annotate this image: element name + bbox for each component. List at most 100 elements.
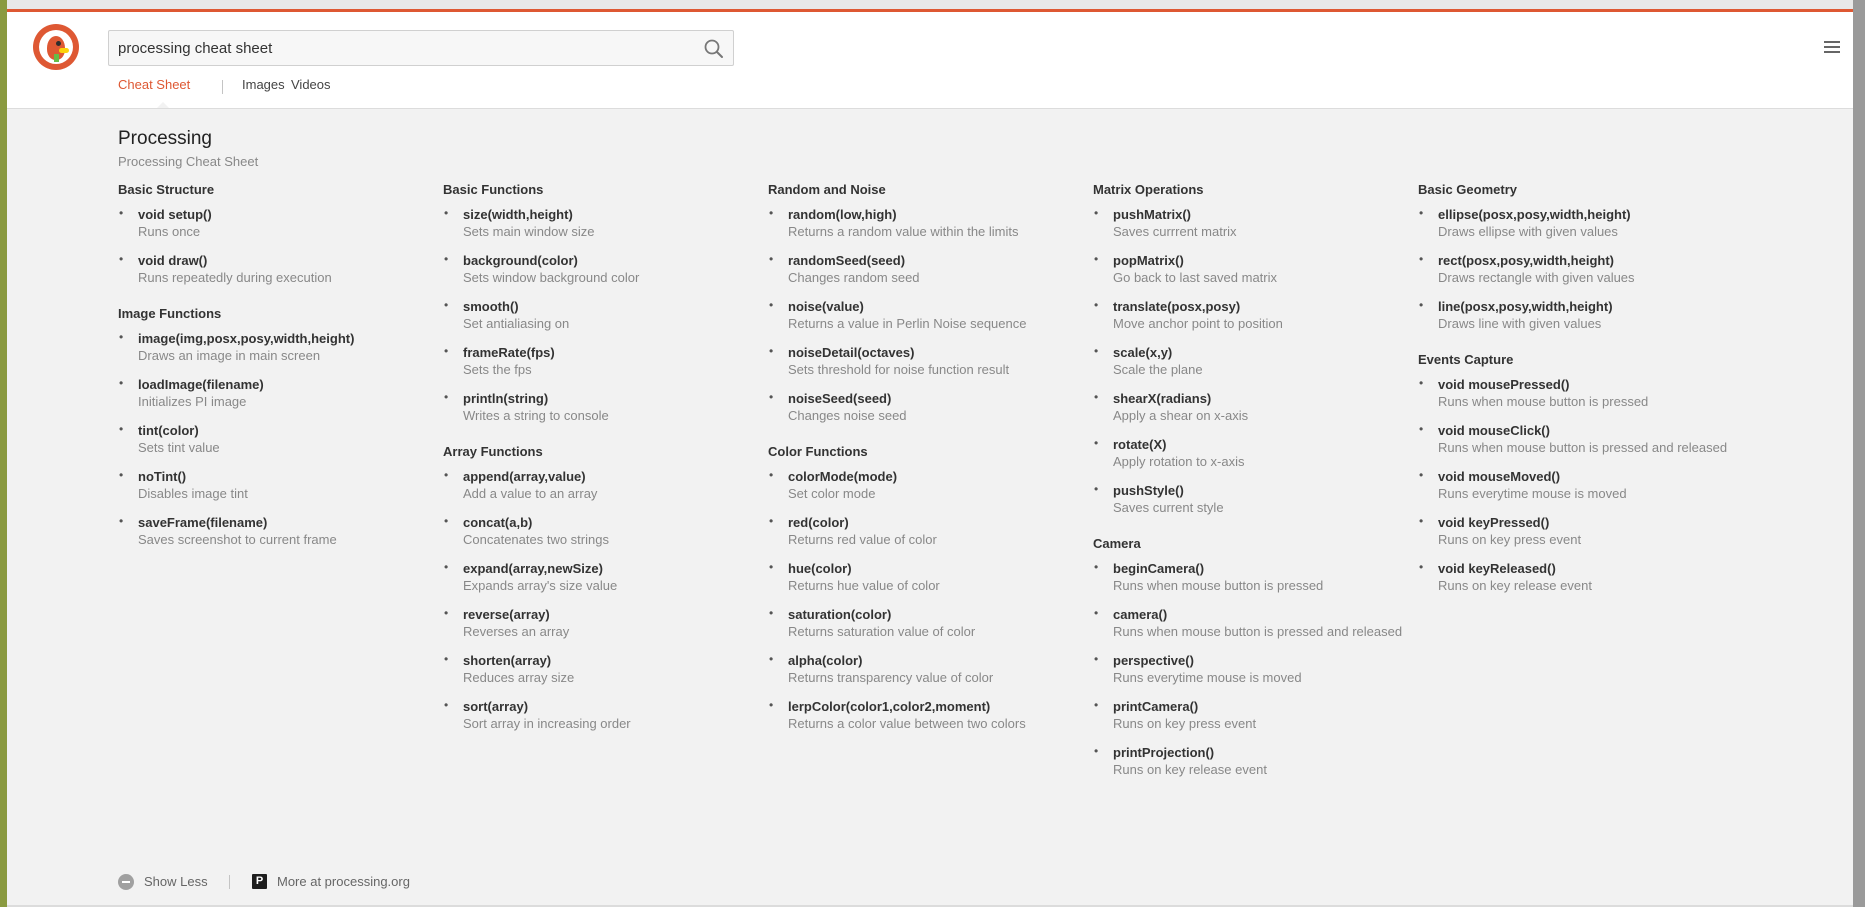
section-title-image-functions: Image Functions bbox=[118, 306, 222, 321]
entry-description: Disables image tint bbox=[138, 486, 248, 501]
cheatsheet-entry: random(low,high) Returns a random value w… bbox=[768, 206, 1078, 240]
scrollbar[interactable] bbox=[1853, 0, 1865, 907]
duckduckgo-logo[interactable] bbox=[33, 24, 79, 70]
cheatsheet-entry: hue(color) Returns hue value of color bbox=[768, 560, 1078, 594]
entry-function: popMatrix() bbox=[1113, 253, 1184, 268]
duck-eye bbox=[56, 41, 61, 46]
entry-function: ellipse(posx,posy,width,height) bbox=[1438, 207, 1631, 222]
cheatsheet-entry: void mouseMoved() Runs everytime mouse is… bbox=[1418, 468, 1728, 502]
entry-description: Returns saturation value of color bbox=[788, 624, 976, 639]
cheatsheet-entry: loadImage(filename) Initializes PI image bbox=[118, 376, 428, 410]
entry-function: append(array,value) bbox=[463, 469, 586, 484]
entry-function: printCamera() bbox=[1113, 699, 1199, 714]
entry-function: hue(color) bbox=[788, 561, 852, 576]
entry-function: size(width,height) bbox=[463, 207, 573, 222]
entry-function: tint(color) bbox=[138, 423, 199, 438]
entry-description: Returns transparency value of color bbox=[788, 670, 994, 685]
cheatsheet-column-4: Matrix Operations pushMatrix() Saves currr… bbox=[1093, 182, 1403, 790]
section-title-events-capture: Events Capture bbox=[1418, 352, 1514, 367]
entry-description: Saves currrent matrix bbox=[1113, 224, 1237, 239]
section-list-basic-functions: size(width,height) Sets main window size b… bbox=[443, 206, 753, 424]
section-title-random-and-noise: Random and Noise bbox=[768, 182, 886, 197]
cheatsheet-entry: size(width,height) Sets main window size bbox=[443, 206, 753, 240]
cheatsheet-entry: rotate(X) Apply rotation to x-axis bbox=[1093, 436, 1403, 470]
minus-bar bbox=[122, 881, 130, 883]
section-title-camera: Camera bbox=[1093, 536, 1141, 551]
section-list-camera: beginCamera() Runs when mouse button is p… bbox=[1093, 560, 1403, 778]
entry-function: printProjection() bbox=[1113, 745, 1215, 760]
section-list-array-functions: append(array,value) Add a value to an arr… bbox=[443, 468, 753, 732]
entry-description: Changes random seed bbox=[788, 270, 920, 285]
cheatsheet-entry: colorMode(mode) Set color mode bbox=[768, 468, 1078, 502]
entry-function: pushMatrix() bbox=[1113, 207, 1191, 222]
entry-function: noiseSeed(seed) bbox=[788, 391, 892, 406]
cheatsheet-title: Processing bbox=[118, 128, 212, 149]
section-list-matrix-operations: pushMatrix() Saves currrent matrix popMatr… bbox=[1093, 206, 1403, 516]
entry-function: expand(array,newSize) bbox=[463, 561, 603, 576]
entry-function: println(string) bbox=[463, 391, 549, 406]
entry-function: scale(x,y) bbox=[1113, 345, 1173, 360]
duck-beak bbox=[59, 48, 69, 53]
entry-function: rect(posx,posy,width,height) bbox=[1438, 253, 1614, 268]
entry-description: Move anchor point to position bbox=[1113, 316, 1283, 331]
cheatsheet-entry: sort(array) Sort array in increasing orde… bbox=[443, 698, 753, 732]
entry-function: smooth() bbox=[463, 299, 519, 314]
cheatsheet-column-5: Basic Geometry ellipse(posx,posy,width,he… bbox=[1418, 182, 1728, 606]
entry-description: Runs when mouse button is pressed bbox=[1438, 394, 1649, 409]
minus-circle-icon[interactable] bbox=[118, 874, 134, 890]
entry-description: Returns a color value between two colors bbox=[788, 716, 1026, 731]
entry-description: Apply rotation to x-axis bbox=[1113, 454, 1245, 469]
tab-images[interactable]: Images bbox=[242, 68, 285, 108]
cheatsheet-entry: frameRate(fps) Sets the fps bbox=[443, 344, 753, 378]
entry-description: Returns red value of color bbox=[788, 532, 937, 547]
entry-description: Scale the plane bbox=[1113, 362, 1203, 377]
entry-function: void mouseClick() bbox=[1438, 423, 1550, 438]
search-input[interactable] bbox=[118, 31, 678, 65]
cheatsheet-entry: translate(posx,posy) Move anchor point to… bbox=[1093, 298, 1403, 332]
section-list-random-and-noise: random(low,high) Returns a random value w… bbox=[768, 206, 1078, 424]
cheatsheet-entry: void keyReleased() Runs on key release ev… bbox=[1418, 560, 1728, 594]
entry-function: noise(value) bbox=[788, 299, 864, 314]
entry-description: Writes a string to console bbox=[463, 408, 609, 423]
tab-cheat-sheet[interactable]: Cheat Sheet bbox=[118, 68, 190, 108]
section-title-basic-geometry: Basic Geometry bbox=[1418, 182, 1517, 197]
entry-function: camera() bbox=[1113, 607, 1168, 622]
entry-description: Sets threshold for noise function result bbox=[788, 362, 1010, 377]
logo-inner bbox=[39, 30, 73, 64]
entry-description: Go back to last saved matrix bbox=[1113, 270, 1278, 285]
cheatsheet-entry: concat(a,b) Concatenates two strings bbox=[443, 514, 753, 548]
search-icon[interactable] bbox=[703, 38, 725, 60]
cheatsheet-entry: pushStyle() Saves current style bbox=[1093, 482, 1403, 516]
entry-function: lerpColor(color1,color2,moment) bbox=[788, 699, 991, 714]
entry-description: Saves current style bbox=[1113, 500, 1224, 515]
section-title-matrix-operations: Matrix Operations bbox=[1093, 182, 1204, 197]
entry-description: Runs on key press event bbox=[1113, 716, 1257, 731]
cheatsheet-entry: tint(color) Sets tint value bbox=[118, 422, 428, 456]
entry-description: Runs on key release event bbox=[1113, 762, 1267, 777]
entry-function: line(posx,posy,width,height) bbox=[1438, 299, 1613, 314]
cheatsheet-entry: pushMatrix() Saves currrent matrix bbox=[1093, 206, 1403, 240]
entry-description: Saves screenshot to current frame bbox=[138, 532, 337, 547]
show-less-link[interactable]: Show Less bbox=[144, 874, 208, 889]
more-at-processing-link[interactable]: More at processing.org bbox=[277, 874, 410, 889]
cheatsheet-entry: randomSeed(seed) Changes random seed bbox=[768, 252, 1078, 286]
entry-description: Runs on key press event bbox=[1438, 532, 1582, 547]
entry-description: Runs when mouse button is pressed and re… bbox=[1113, 624, 1403, 639]
header: Cheat Sheet Images Videos bbox=[7, 12, 1853, 109]
cheatsheet-entry: expand(array,newSize) Expands array's siz… bbox=[443, 560, 753, 594]
section-list-color-functions: colorMode(mode) Set color mode red(color) R… bbox=[768, 468, 1078, 732]
entry-description: Concatenates two strings bbox=[463, 532, 609, 547]
cheatsheet-entry: noiseDetail(octaves) Sets threshold for n… bbox=[768, 344, 1078, 378]
section-title-basic-structure: Basic Structure bbox=[118, 182, 215, 197]
entry-function: pushStyle() bbox=[1113, 483, 1184, 498]
hamburger-menu-icon[interactable] bbox=[1824, 40, 1840, 54]
entry-function: noiseDetail(octaves) bbox=[788, 345, 915, 360]
entry-function: void keyPressed() bbox=[1438, 515, 1550, 530]
cheatsheet-entry: printProjection() Runs on key release eve… bbox=[1093, 744, 1403, 778]
tab-videos[interactable]: Videos bbox=[291, 68, 331, 108]
cheatsheet-entry: void setup() Runs once bbox=[118, 206, 428, 240]
entry-description: Runs repeatedly during execution bbox=[138, 270, 332, 285]
